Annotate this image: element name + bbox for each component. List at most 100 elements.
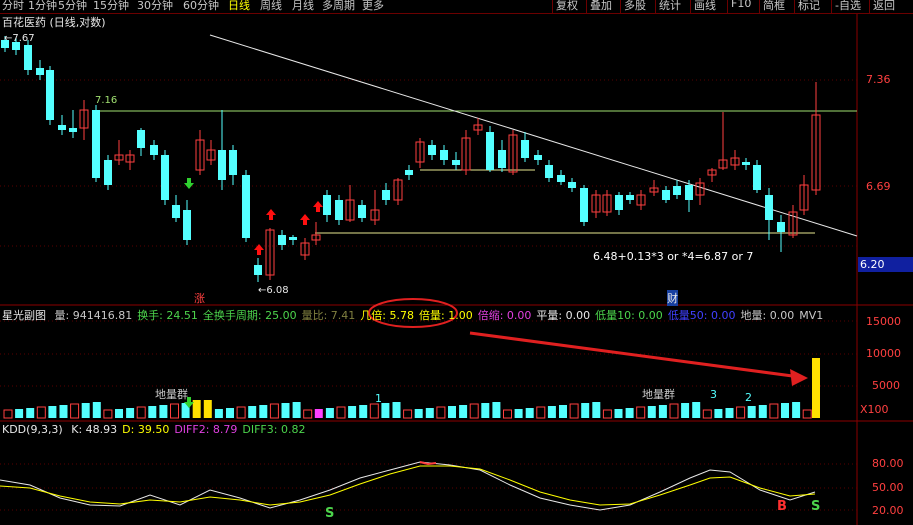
candle-body-65	[753, 165, 761, 190]
volume-bar-45	[503, 409, 512, 419]
sell-arrow-icon-4	[184, 178, 194, 189]
kdd-panel-name: KDD(9,3,3)	[2, 423, 63, 436]
volume-bar-39	[436, 406, 446, 419]
header-field-1: 换手: 24.51	[137, 309, 198, 322]
volume-bar-40	[448, 406, 456, 418]
volume-axis-label-2: 10000	[866, 347, 901, 360]
candle-body-21	[242, 175, 250, 238]
volume-number-3: 3	[710, 388, 717, 401]
volume-bar-48	[536, 406, 546, 419]
header-field-9: 低量50: 0.00	[667, 309, 736, 322]
current-price-box: 6.20	[858, 257, 913, 272]
candle-body-48	[557, 175, 565, 182]
candle-body-24	[278, 235, 286, 245]
candle-body-25	[289, 237, 297, 240]
volume-bar-14	[159, 405, 168, 418]
volume-bar-3	[36, 406, 46, 419]
volume-bar-34	[381, 403, 390, 418]
candle-body-19	[218, 150, 226, 180]
candle-body-13	[150, 145, 158, 155]
kdd-signal-s-1: S	[325, 506, 335, 521]
volume-panel-header: 星光副图 量: 941416.81 换手: 24.51 全换手周期: 25.00 量比…	[2, 307, 823, 323]
header-field-8: 低量10: 0.00	[595, 309, 663, 322]
candle-body-54	[626, 195, 634, 200]
volume-bar-59	[658, 405, 667, 418]
volume-bar-28	[314, 409, 323, 418]
volume-bar-12	[136, 406, 146, 419]
candle-body-14	[161, 155, 169, 200]
volume-axis-label-3: 5000	[872, 379, 900, 392]
volume-bar-38	[425, 408, 434, 418]
low-price-value: 6.08	[266, 285, 289, 296]
volume-bar-last	[812, 358, 820, 418]
volume-bar-21	[236, 406, 246, 419]
candle-body-64	[742, 162, 750, 165]
volume-bar-15	[170, 403, 179, 419]
volume-bar-23	[259, 405, 268, 418]
header-field-3: 量比: 7.41	[301, 309, 356, 322]
candle-body-50	[580, 188, 588, 222]
candle-body-38	[440, 150, 448, 160]
volume-axis-label-1: 15000	[866, 315, 901, 328]
d-line	[0, 465, 816, 506]
kdd-axis-label-1: 80.00	[872, 457, 904, 470]
volume-bar-24	[269, 403, 279, 419]
diliang-tag-2: 地量群	[642, 388, 675, 401]
annotation-arrow-head	[790, 369, 808, 386]
candle-body-42	[486, 132, 494, 170]
diliang-tag-1: 地量群	[155, 388, 188, 401]
chart-canvas	[0, 14, 913, 525]
header-field-3: DIFF3: 0.82	[242, 423, 306, 436]
high-price-value: 7.67	[12, 33, 35, 44]
candle-body-58	[673, 186, 681, 195]
candle-body-3	[36, 68, 44, 75]
volume-bar-70	[781, 403, 789, 418]
volume-bar-54	[602, 409, 612, 419]
volume-bar-22	[248, 406, 257, 418]
candle-body-15	[172, 205, 180, 218]
volume-bar-44	[492, 402, 501, 418]
candle-body-9	[104, 160, 112, 185]
price-axis-label-1: 7.36	[866, 73, 891, 86]
volume-bar-68	[758, 405, 767, 418]
volume-bar-35	[392, 402, 401, 418]
volume-bar-58	[647, 406, 656, 418]
volume-bar-66	[736, 406, 746, 419]
volume-bar-17	[192, 400, 201, 418]
annotation-arrow-line	[469, 331, 801, 379]
header-field-10: 地量: 0.00	[740, 309, 795, 322]
formula-annotation: 6.48+0.13*3 or *4=6.87 or 7	[593, 250, 754, 263]
candle-body-37	[428, 145, 436, 155]
candle-body-67	[777, 222, 785, 232]
candle-body-57	[662, 190, 670, 200]
volume-bar-67	[747, 406, 756, 418]
candle-body-2	[24, 45, 32, 70]
volume-bar-69	[769, 403, 779, 419]
kdd-axis-label-3: 20.00	[872, 504, 904, 517]
candle-body-43	[498, 150, 506, 168]
candle-body-29	[335, 200, 343, 220]
kdd-axis-label-2: 50.00	[872, 481, 904, 494]
candle-body-46	[534, 155, 542, 160]
candle-body-53	[615, 195, 623, 210]
volume-bar-49	[547, 406, 556, 418]
buy-arrow-icon-3	[313, 201, 323, 212]
level-line-label: 7.16	[95, 95, 118, 106]
volume-bar-50	[559, 405, 567, 418]
volume-bar-72	[802, 409, 812, 419]
low-price-label: ←6.08	[258, 285, 289, 296]
volume-bar-7	[81, 403, 90, 418]
candle-body-39	[452, 160, 460, 165]
volume-bar-2	[26, 408, 35, 418]
volume-bar-56	[625, 408, 634, 418]
volume-bar-9	[103, 409, 113, 419]
volume-bar-65	[725, 408, 734, 418]
candle-body-47	[545, 165, 553, 178]
header-field-4: 几倍: 5.78	[360, 309, 414, 322]
candle-body-22	[254, 265, 262, 275]
kdd-signal-b: B	[777, 499, 787, 514]
candle-body-59	[685, 185, 693, 200]
volume-bar-60	[669, 403, 679, 419]
header-field-5: 倍量: 1.00	[419, 309, 473, 322]
candle-body-31	[358, 205, 366, 218]
